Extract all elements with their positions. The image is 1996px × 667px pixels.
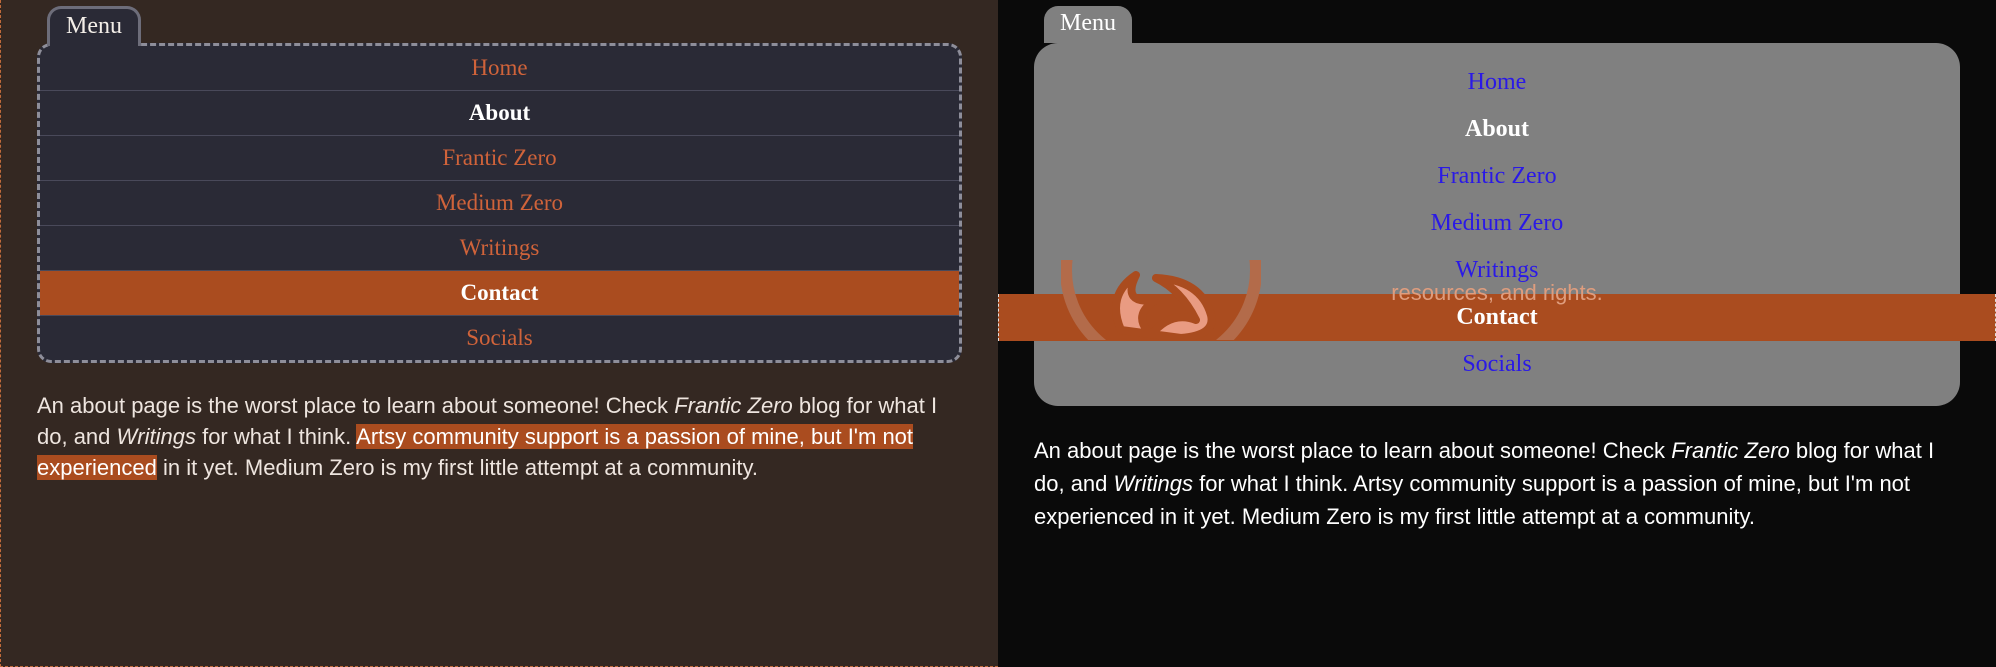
italic-writings: Writings: [1114, 471, 1193, 496]
left-panel: Menu Home About Frantic Zero Medium Zero…: [0, 0, 998, 667]
menu-tab[interactable]: Menu: [47, 6, 141, 46]
menu-tab[interactable]: Menu: [1044, 6, 1132, 43]
text-fragment: An about page is the worst place to lear…: [37, 393, 674, 418]
italic-writings: Writings: [117, 424, 196, 449]
nav-item-medium-zero[interactable]: Medium Zero: [40, 180, 959, 225]
text-fragment: in it yet. Medium Zero is my first littl…: [157, 455, 758, 480]
nav-item-contact[interactable]: Contact: [40, 270, 959, 315]
nav-item-frantic-zero[interactable]: Frantic Zero: [40, 135, 959, 180]
nav-menu: Home About Frantic Zero Medium Zero Writ…: [37, 43, 962, 363]
nav-item-frantic-zero[interactable]: Frantic Zero: [1034, 153, 1960, 200]
nav-item-home[interactable]: Home: [1034, 59, 1960, 106]
nav-item-medium-zero[interactable]: Medium Zero: [1034, 200, 1960, 247]
nav-item-contact[interactable]: resources, and rights. Contact: [998, 294, 1996, 341]
nav-item-home[interactable]: Home: [40, 46, 959, 90]
about-paragraph: An about page is the worst place to lear…: [37, 391, 962, 483]
nav-item-socials[interactable]: Socials: [1034, 341, 1960, 388]
nav-item-label: Contact: [1456, 304, 1537, 330]
nav-item-writings[interactable]: Writings: [1034, 247, 1960, 294]
nav-item-about[interactable]: About: [40, 90, 959, 135]
right-panel: Menu Home About Frantic Zero Medium Zero…: [998, 0, 1996, 667]
about-paragraph: An about page is the worst place to lear…: [1034, 434, 1960, 533]
nav-item-about[interactable]: About: [1034, 106, 1960, 153]
text-fragment: for what I think.: [196, 424, 356, 449]
nav-item-socials[interactable]: Socials: [40, 315, 959, 360]
text-fragment: An about page is the worst place to lear…: [1034, 438, 1671, 463]
nav-menu: Home About Frantic Zero Medium Zero Writ…: [1034, 43, 1960, 406]
italic-frantic-zero: Frantic Zero: [1671, 438, 1790, 463]
nav-item-writings[interactable]: Writings: [40, 225, 959, 270]
italic-frantic-zero: Frantic Zero: [674, 393, 793, 418]
